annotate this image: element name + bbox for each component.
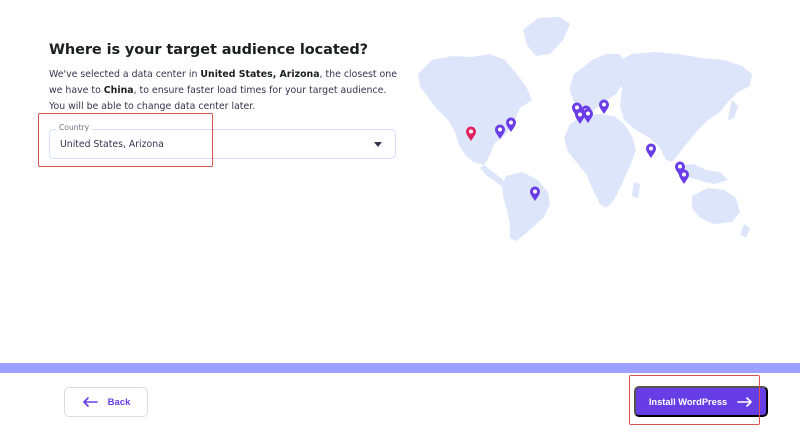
description-country: China [103,85,134,96]
north-america-landmass [418,54,532,165]
country-label: Country [56,123,93,132]
page-title: Where is your target audience located? [49,42,368,58]
install-wordpress-button[interactable]: Install WordPress [634,386,768,417]
south-america-landmass [502,172,550,241]
madagascar-landmass [632,182,640,198]
country-value: United States, Arizona [60,139,164,150]
location-pin-india[interactable] [646,143,656,159]
arrow-left-icon [82,397,98,407]
description-part-1: We've selected a data center in [49,69,201,80]
location-pin-lithuania[interactable] [599,99,609,115]
page-description: We've selected a data center in United S… [49,67,401,115]
caret-down-icon [374,142,382,147]
world-map [418,17,752,241]
back-button-label: Back [107,396,131,408]
main-content: Where is your target audience located? W… [0,0,800,363]
back-button[interactable]: Back [64,387,148,417]
footer: Back Install WordPress [0,373,800,433]
description-location: United States, Arizona [200,69,320,80]
country-select[interactable]: Country United States, Arizona [49,123,396,159]
progress-bar [0,363,800,373]
progress-fill [0,363,800,373]
australia-landmass [692,188,740,224]
arrow-right-icon [737,396,752,407]
greenland-landmass [523,17,570,56]
location-pin-indonesia[interactable] [679,169,689,185]
africa-landmass [564,114,636,208]
new-zealand-landmass [740,224,750,238]
japan-landmass [728,100,738,120]
install-button-label: Install WordPress [648,396,728,407]
